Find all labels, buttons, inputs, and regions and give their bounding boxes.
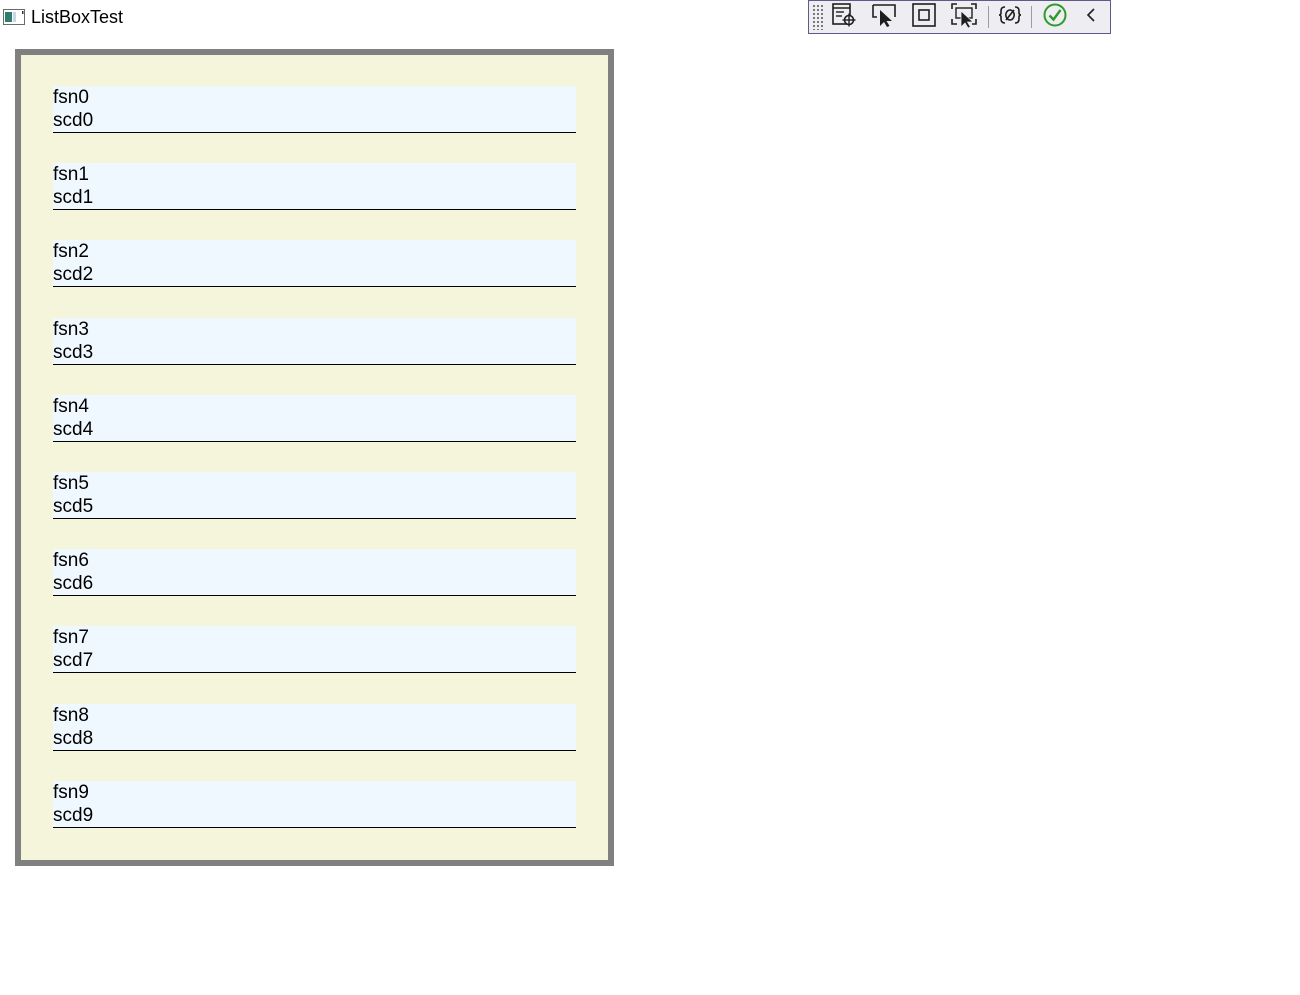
toolbar-separator xyxy=(988,6,989,28)
xaml-debug-toolbar xyxy=(808,0,1111,34)
accessibility-check-icon xyxy=(1042,2,1068,33)
select-element-button[interactable] xyxy=(824,1,864,33)
collapse-chevron-icon xyxy=(1084,6,1098,29)
list-item[interactable]: fsn7 scd7 xyxy=(53,626,576,674)
list-item[interactable]: fsn9 scd9 xyxy=(53,780,576,828)
list-item[interactable]: fsn6 scd6 xyxy=(53,549,576,597)
list-item-second-text: scd0 xyxy=(53,110,94,131)
list-item-first-text: fsn0 xyxy=(53,87,89,108)
track-focus-icon xyxy=(950,2,978,33)
list-item-second-text: scd5 xyxy=(53,496,94,517)
list-item-first-text: fsn4 xyxy=(53,395,89,417)
list-item[interactable]: fsn2 scd2 xyxy=(53,240,576,288)
list-item-second-text: scd9 xyxy=(53,804,94,826)
list-item-first-text: fsn1 xyxy=(53,164,89,186)
list-item[interactable]: fsn4 scd4 xyxy=(53,394,576,442)
toolbar-separator xyxy=(1031,6,1032,28)
select-pointer-button[interactable] xyxy=(864,1,904,33)
list-item-first-text: fsn8 xyxy=(53,704,89,726)
collapse-toolbar-button[interactable] xyxy=(1074,1,1108,33)
app-icon xyxy=(3,9,25,25)
list-item-second-text: scd7 xyxy=(53,650,94,672)
list-item-second-text: scd3 xyxy=(53,341,94,363)
list-box[interactable]: fsn0 scd0 fsn1 scd1 fsn2 scd2 fsn3 scd3 fsn4 scd4… xyxy=(15,49,614,866)
list-item-second-text: scd6 xyxy=(53,573,94,595)
list-item-first-text: fsn2 xyxy=(53,241,89,263)
layout-adorners-button[interactable] xyxy=(904,1,944,33)
list-item-second-text: scd4 xyxy=(53,418,94,440)
list-item-first-text: fsn7 xyxy=(53,627,89,649)
select-element-icon xyxy=(831,2,857,33)
window-title: ListBoxTest xyxy=(31,7,124,27)
list-item[interactable]: fsn1 scd1 xyxy=(53,163,576,211)
layout-adorners-icon xyxy=(911,2,937,33)
accessibility-check-button[interactable] xyxy=(1036,1,1074,33)
binding-failures-icon xyxy=(998,4,1022,31)
list-item-second-text: scd2 xyxy=(53,264,94,286)
title-bar: ListBoxTest xyxy=(0,0,780,34)
list-item-first-text: fsn3 xyxy=(53,318,89,340)
toolbar-grip-handle[interactable] xyxy=(812,4,824,30)
list-item[interactable]: fsn3 scd3 xyxy=(53,317,576,365)
list-item-first-text: fsn6 xyxy=(53,550,89,572)
list-item[interactable]: fsn0 scd0 xyxy=(53,86,576,133)
binding-failures-button[interactable] xyxy=(993,1,1027,33)
list-item-second-text: scd8 xyxy=(53,727,94,749)
list-item[interactable]: fsn5 scd5 xyxy=(53,472,576,519)
select-pointer-icon xyxy=(871,2,897,33)
list-item[interactable]: fsn8 scd8 xyxy=(53,703,576,751)
list-item-first-text: fsn9 xyxy=(53,781,89,803)
track-focus-button[interactable] xyxy=(944,1,984,33)
list-item-first-text: fsn5 xyxy=(53,473,89,494)
list-item-second-text: scd1 xyxy=(53,187,94,209)
